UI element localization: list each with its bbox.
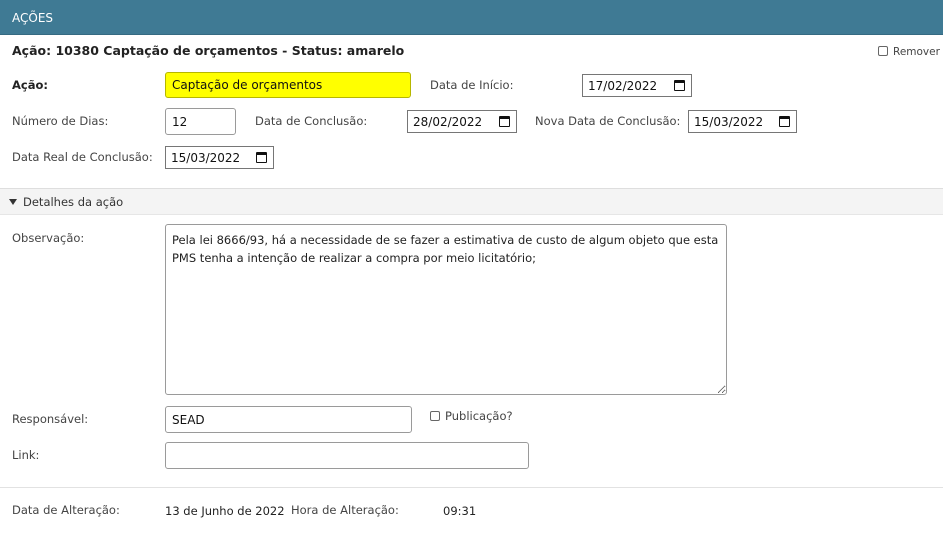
data-inicio-value: 17/02/2022 [588,78,658,93]
data-conclusao-input[interactable]: 28/02/2022 [407,110,517,133]
acao-value: Captação de orçamentos [172,78,323,92]
publicacao-label: Publicação? [445,409,513,423]
publicacao-checkbox[interactable]: Publicação? [430,409,513,423]
data-conclusao-label: Data de Conclusão: [255,114,368,128]
data-real-label: Data Real de Conclusão: [12,150,153,164]
hora-alteracao-value: 09:31 [443,504,477,518]
details-section-toggle[interactable]: Detalhes da ação [0,188,943,215]
calendar-icon[interactable] [779,116,790,127]
calendar-icon[interactable] [256,152,267,163]
link-label: Link: [12,448,40,462]
numero-dias-value: 12 [172,114,188,129]
panel-title: AÇÕES [12,11,54,25]
observacao-label: Observação: [12,231,85,245]
responsavel-input[interactable]: SEAD [165,406,412,433]
numero-dias-input[interactable]: 12 [165,108,236,135]
data-alteracao-value: 13 de Junho de 2022 [165,504,285,518]
data-conclusao-value: 28/02/2022 [413,114,483,129]
nova-data-input[interactable]: 15/03/2022 [688,110,797,133]
link-input[interactable] [165,442,529,469]
data-inicio-input[interactable]: 17/02/2022 [582,74,692,97]
observacao-textarea[interactable]: Pela lei 8666/93, há a necessidade de se… [165,224,727,395]
data-alteracao-label: Data de Alteração: [12,503,120,517]
responsavel-label: Responsável: [12,412,89,426]
acao-label: Ação: [12,78,48,92]
data-real-input[interactable]: 15/03/2022 [165,146,274,169]
acao-input[interactable]: Captação de orçamentos [165,72,411,98]
data-inicio-label: Data de Início: [430,78,514,92]
responsavel-value: SEAD [172,412,205,427]
remove-checkbox-box[interactable] [878,46,888,56]
caret-down-icon [9,199,17,205]
data-real-value: 15/03/2022 [171,150,241,165]
action-title: Ação: 10380 Captação de orçamentos - Sta… [12,43,405,58]
panel-header: AÇÕES [0,0,943,35]
numero-dias-label: Número de Dias: [12,114,109,128]
calendar-icon[interactable] [499,116,510,127]
remove-checkbox[interactable]: Remover [878,46,940,58]
hora-alteracao-label: Hora de Alteração: [291,503,399,517]
nova-data-label: Nova Data de Conclusão: [535,114,681,128]
details-section-label: Detalhes da ação [23,195,124,209]
nova-data-value: 15/03/2022 [694,114,764,129]
footer-divider [0,487,943,488]
calendar-icon[interactable] [674,80,685,91]
remove-label: Remover [893,46,940,58]
publicacao-checkbox-box[interactable] [430,411,440,421]
